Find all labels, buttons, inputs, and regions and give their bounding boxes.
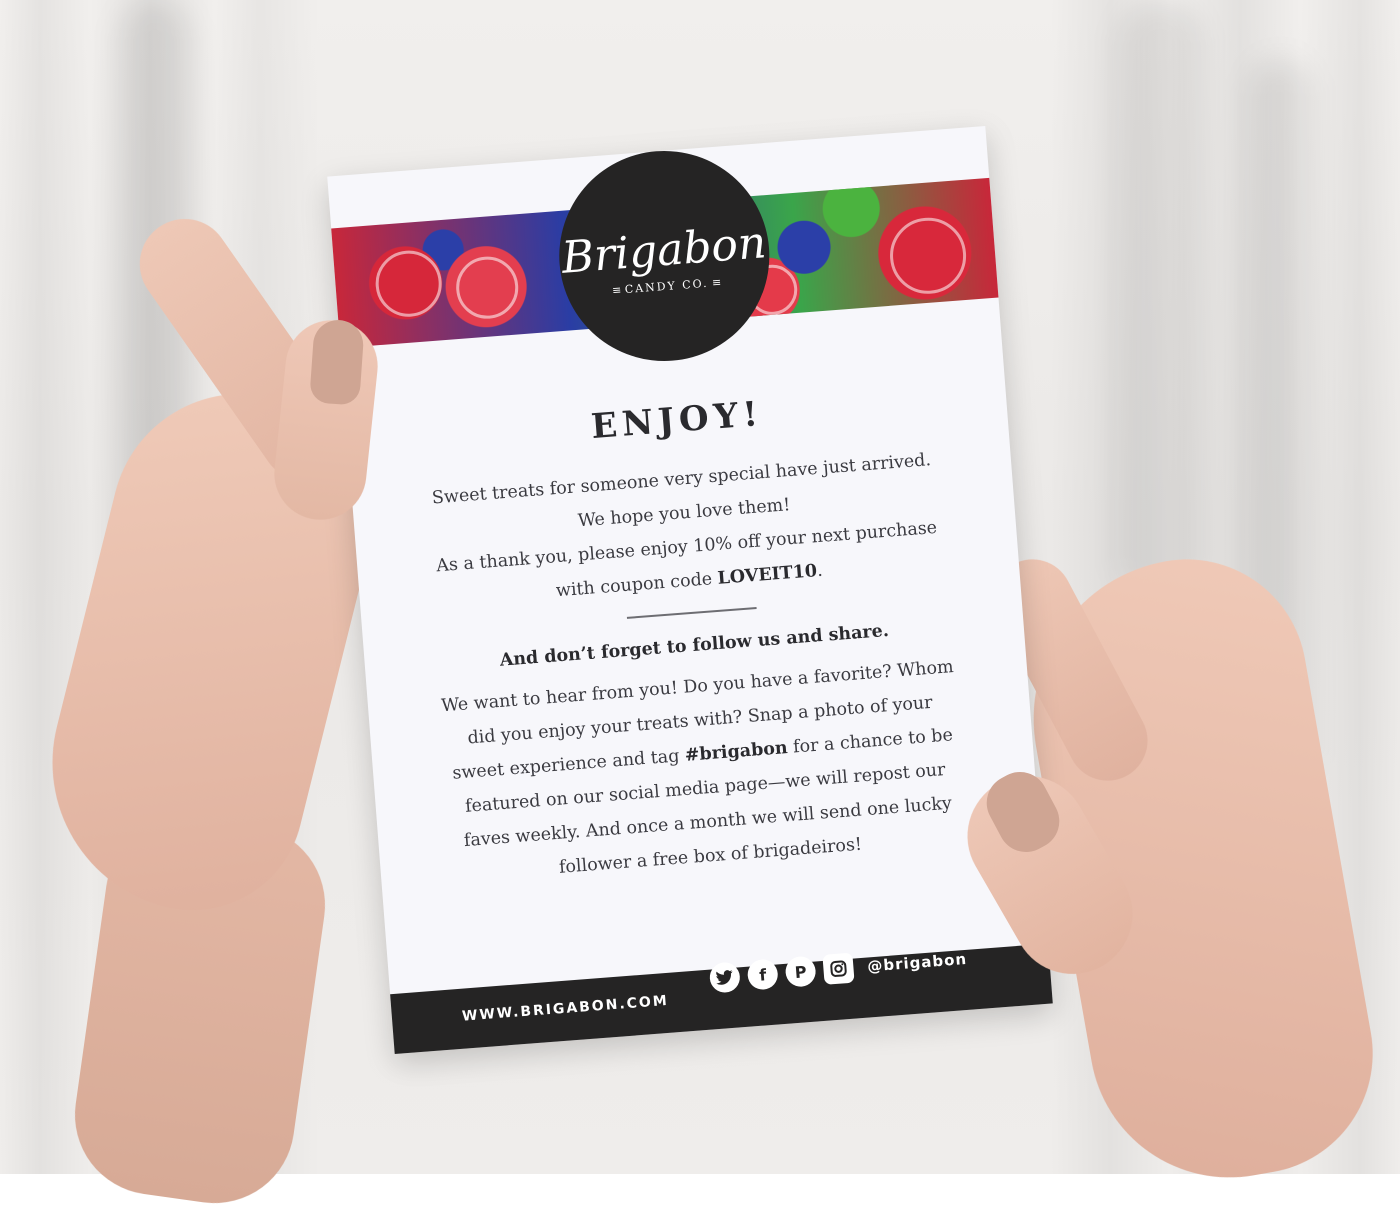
left-thumbnail [309, 318, 365, 406]
logo-subtitle: CANDY CO. [612, 276, 722, 297]
website-url: WWW.BRIGABON.COM [461, 992, 670, 1025]
twitter-glyph [716, 970, 733, 985]
thank-you-card: Brigabon CANDY CO. ENJOY! Sweet treats f… [327, 125, 1053, 1055]
brand-logo: Brigabon CANDY CO. [551, 143, 778, 369]
flower-decoration [453, 254, 521, 321]
pinterest-icon: P [784, 955, 817, 988]
social-icons: f P [708, 952, 855, 994]
instagram-glyph [830, 960, 847, 977]
fabric-fold [1120, 0, 1200, 600]
facebook-icon: f [746, 958, 779, 991]
twitter-icon [708, 961, 741, 994]
flower-decoration [887, 214, 969, 297]
coupon-code: LOVEIT10 [716, 561, 818, 589]
logo-wordmark: Brigabon [559, 217, 768, 284]
share-text: We want to hear from you! Do you have a … [437, 650, 971, 893]
social-handle: @brigabon [866, 949, 968, 976]
divider [626, 606, 757, 619]
instagram-icon [822, 952, 855, 985]
coupon-end: . [816, 560, 824, 582]
flower-decoration [373, 248, 445, 320]
hashtag: #brigabon [684, 738, 789, 766]
